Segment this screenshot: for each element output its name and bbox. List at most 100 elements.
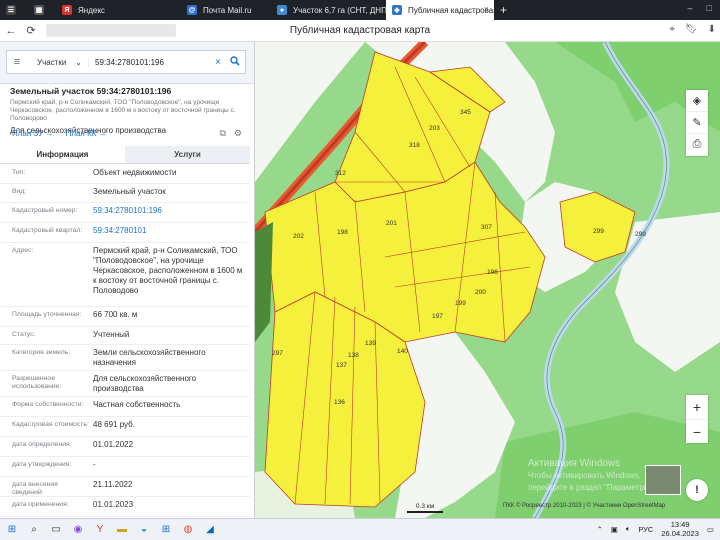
parcel-label: 197 [432, 313, 443, 320]
chrome-icon[interactable]: ◍ [178, 520, 198, 540]
parcel-label: 299 [593, 228, 604, 235]
tab-pinned[interactable]: ☰ [0, 0, 28, 20]
tab-services[interactable]: Услуги [125, 146, 250, 163]
info-row: Категория земель: Земли сельскохозяйствен… [0, 345, 250, 371]
info-row: дата утверждения: - [0, 457, 250, 477]
plan-kk-link[interactable]: План КК → [66, 129, 107, 138]
info-row-value: Частная собственность [93, 400, 181, 409]
menu-icon[interactable]: ≡ [7, 56, 27, 68]
notifications-icon[interactable]: ▭ [707, 525, 714, 534]
parcel-label: 140 [397, 348, 408, 355]
windows-icon[interactable]: ⊞ [156, 520, 176, 540]
tab-label: Публичная кадастровая [408, 5, 494, 15]
info-row-label: Адрес: [12, 247, 34, 254]
parcel-label: 139 [365, 340, 376, 347]
tab-pinned-2[interactable]: ▦ [28, 0, 56, 20]
info-icon[interactable]: ! [686, 479, 708, 501]
info-row: дата определения: 01.01.2022 [0, 437, 250, 457]
copy-icon[interactable]: ⧉ [219, 128, 225, 139]
info-table: Тип: Объект недвижимости Вид: Земельный уча… [0, 165, 250, 517]
search-box: ≡ Участки ⌄ × [6, 50, 246, 74]
layers-icon[interactable]: ◈ [686, 90, 708, 112]
info-row-label: Кадастровый номер: [12, 207, 78, 214]
info-row-label: Кадастровый квартал: [12, 227, 83, 234]
info-row-value: 01.01.2023 [93, 500, 134, 509]
window-controls: – □ [688, 3, 712, 13]
parcel-label: 137 [336, 362, 347, 369]
parcel-label: 200 [475, 289, 486, 296]
basemap-thumbnail[interactable] [645, 465, 681, 495]
url-field[interactable] [46, 24, 176, 37]
yandex-browser-icon[interactable]: Y [90, 520, 110, 540]
folder-icon[interactable]: ▬ [112, 520, 132, 540]
plan-zu-link[interactable]: План ЗУ → [12, 129, 54, 138]
map-scale: 0.3 км [407, 503, 443, 513]
bookmark-icon[interactable]: 🔖︎ [685, 24, 698, 35]
info-row-label: дата применения: [12, 501, 69, 508]
parcel-label: 318 [409, 142, 420, 149]
info-row-value[interactable]: 59:34:2780101 [93, 226, 243, 236]
maximize-icon[interactable]: □ [707, 3, 712, 13]
parcel-label: 138 [348, 352, 359, 359]
map-view[interactable]: 345 203 318 312 201 307 202 198 196 200 199 197 297 1… [255, 42, 720, 518]
app-icon[interactable]: ◢ [200, 520, 220, 540]
settings-icon[interactable]: ⚙ [234, 128, 242, 139]
alice-icon[interactable]: ◉ [68, 520, 88, 540]
minimize-icon[interactable]: – [688, 3, 693, 13]
parcel-label: 299 [635, 231, 646, 238]
clock[interactable]: 13:49 26.04.2023 [661, 520, 699, 538]
language-indicator[interactable]: РУС [638, 525, 653, 534]
ruler-icon[interactable]: ✎ [686, 112, 708, 134]
object-header: Земельный участок 59:34:2780101:196 Перм… [10, 86, 248, 135]
location-icon[interactable]: ⌖ [669, 24, 675, 35]
tab-label: Участок 6,7 га (СНТ, ДНП) [293, 5, 386, 15]
tab-pkk[interactable]: ◈ Публичная кадастровая × [386, 0, 494, 20]
volume-icon[interactable]: 🔈︎ [626, 524, 631, 534]
info-row: Статус: Учтенный [0, 327, 250, 345]
info-row: Адрес: Пермский край, р-н Соликамский, ТО… [0, 243, 250, 307]
info-panel: ≡ Участки ⌄ × Земельный участок 59:34:27… [0, 42, 255, 518]
new-tab-button[interactable]: + [494, 0, 516, 20]
date: 26.04.2023 [661, 529, 699, 538]
tab-yandex[interactable]: Я Яндекс [56, 0, 181, 20]
search-input[interactable] [89, 52, 211, 72]
zoom-out-button[interactable]: − [686, 419, 708, 443]
info-row: Форма собственности: Частная собственност… [0, 397, 250, 417]
info-row-label: Разрешенное использование: [12, 375, 62, 390]
info-row-value: Земельный участок [93, 187, 166, 196]
info-row-value: Для сельскохозяйственного производства [93, 374, 197, 393]
info-row: Кадастровый квартал: 59:34:2780101 [0, 223, 250, 243]
info-row-value[interactable]: 59:34:2780101:196 [93, 206, 243, 216]
address-bar: ← ⟳ Публичная кадастровая карта ⌖ 🔖︎ ⬇ [0, 20, 720, 42]
back-icon[interactable]: ← [4, 25, 18, 37]
edge-icon[interactable]: ◒ [134, 520, 154, 540]
object-address: Пермский край, р-н Соликамский, ТОО "Пол… [10, 99, 236, 122]
plan-links: План ЗУ → План КК → [12, 129, 107, 138]
search-icon[interactable] [225, 56, 245, 68]
chevron-up-icon[interactable]: ⌃ [596, 525, 602, 534]
reload-icon[interactable]: ⟳ [24, 24, 38, 37]
info-row-value: - [93, 460, 96, 469]
parcel-label: 199 [455, 300, 466, 307]
info-row-label: Категория земель: [12, 349, 71, 356]
map-canvas: 345 203 318 312 201 307 202 198 196 200 199 197 297 1… [255, 42, 720, 518]
info-row-value: 48 691 руб. [93, 420, 135, 429]
info-row-value: 66 700 кв. м [93, 310, 138, 319]
search-type-select[interactable]: Участки ⌄ [27, 57, 89, 67]
tab-mail[interactable]: @ Почта Mail.ru [181, 0, 271, 20]
mail-icon: @ [187, 5, 197, 15]
clear-icon[interactable]: × [211, 57, 225, 68]
info-row-value: Объект недвижимости [93, 168, 177, 177]
search-icon[interactable]: ⌕ [24, 520, 44, 540]
tab-information[interactable]: Информация [0, 146, 125, 163]
tab-avito[interactable]: ● Участок 6,7 га (СНТ, ДНП) [271, 0, 386, 20]
info-row-label: Вид: [12, 188, 27, 195]
close-icon[interactable]: × [484, 4, 489, 14]
task-view-icon[interactable]: ▭ [46, 520, 66, 540]
network-icon[interactable]: ▣ [611, 525, 618, 534]
zoom-in-button[interactable]: + [686, 395, 708, 419]
start-icon[interactable]: ⊞ [2, 520, 22, 540]
print-icon[interactable]: ⎙ [686, 134, 708, 156]
map-attribution: ПКК © Росреестр 2010-2023 | © Участники … [503, 503, 666, 509]
download-icon[interactable]: ⬇ [708, 24, 716, 35]
